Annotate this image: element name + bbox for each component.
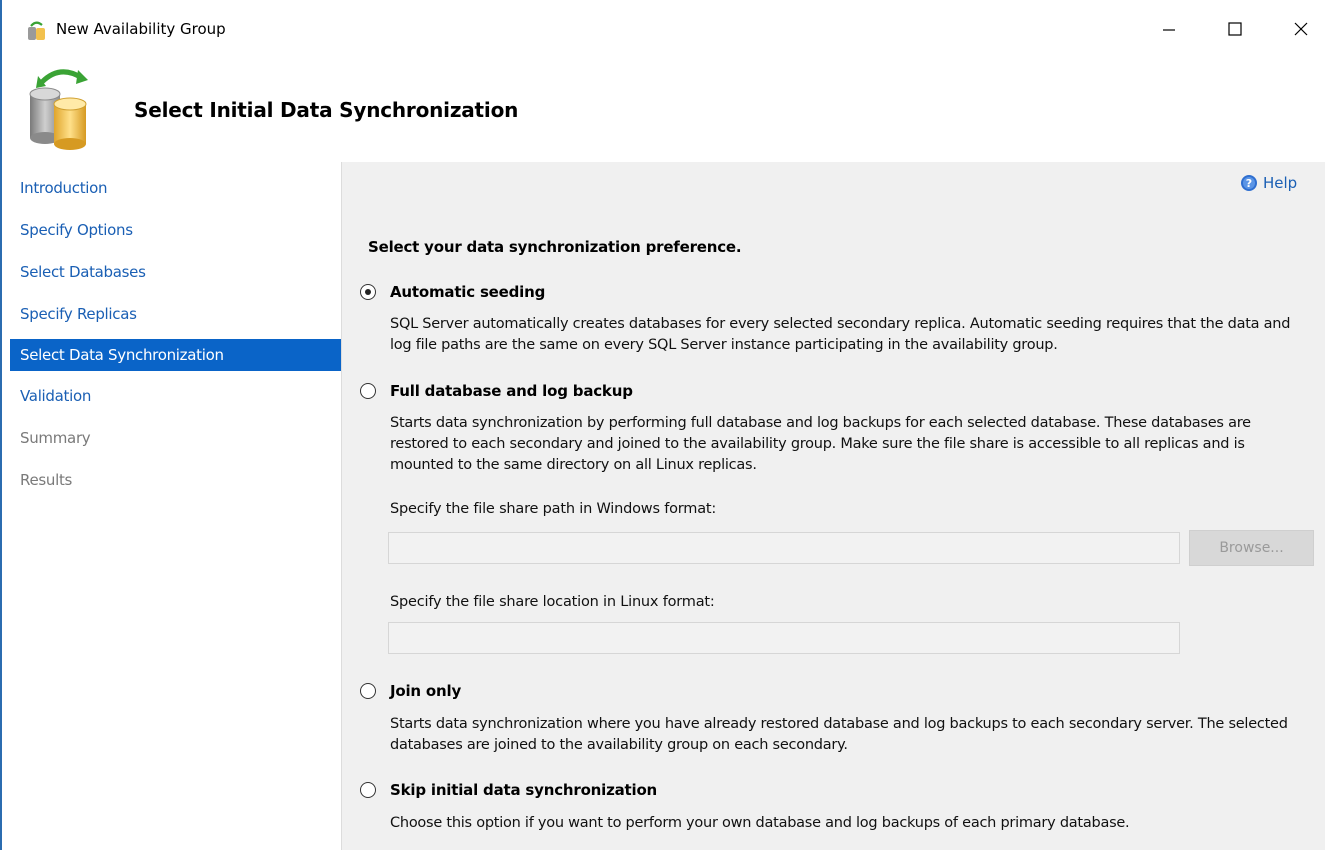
skip-sync-description: Choose this option if you want to perfor…	[390, 815, 1130, 831]
automatic-seeding-radio[interactable]	[360, 284, 376, 300]
linux-path-label: Specify the file share location in Linux…	[390, 594, 715, 610]
automatic-seeding-option[interactable]: Automatic seeding	[360, 283, 545, 301]
skip-sync-radio[interactable]	[360, 782, 376, 798]
sidebar-item-summary: Summary	[20, 429, 91, 447]
sidebar-item-specify-options[interactable]: Specify Options	[10, 214, 341, 246]
wizard-header: Select Initial Data Synchronization	[2, 60, 1325, 162]
linux-path-input[interactable]	[388, 622, 1180, 654]
close-button[interactable]	[1278, 12, 1324, 46]
database-sync-icon	[26, 64, 98, 152]
maximize-button[interactable]	[1212, 12, 1258, 46]
join-only-description: Starts data synchronization where you ha…	[390, 716, 1288, 753]
page-title: Select Initial Data Synchronization	[134, 98, 519, 122]
help-icon: ?	[1241, 175, 1257, 191]
full-backup-description: Starts data synchronization by performin…	[390, 415, 1251, 473]
window-title: New Availability Group	[56, 20, 226, 38]
app-icon	[26, 20, 48, 42]
title-bar: New Availability Group	[2, 0, 1325, 60]
windows-path-label: Specify the file share path in Windows f…	[390, 501, 717, 517]
sidebar-item-results: Results	[20, 471, 73, 489]
skip-sync-label: Skip initial data synchronization	[390, 781, 658, 799]
sidebar-item-validation[interactable]: Validation	[10, 380, 341, 412]
help-link[interactable]: ? Help	[1240, 174, 1297, 192]
skip-sync-option[interactable]: Skip initial data synchronization	[360, 781, 657, 799]
minimize-button[interactable]	[1146, 12, 1192, 46]
maximize-icon	[1228, 22, 1242, 36]
full-backup-label: Full database and log backup	[390, 382, 633, 400]
sidebar-item-select-databases[interactable]: Select Databases	[10, 256, 341, 288]
full-backup-option[interactable]: Full database and log backup	[360, 382, 633, 400]
minimize-icon	[1163, 29, 1175, 31]
full-backup-radio[interactable]	[360, 383, 376, 399]
sidebar-item-select-data-synchronization[interactable]: Select Data Synchronization	[10, 339, 341, 371]
join-only-label: Join only	[390, 682, 462, 700]
automatic-seeding-label: Automatic seeding	[390, 283, 546, 301]
sidebar-item-specify-replicas[interactable]: Specify Replicas	[10, 298, 341, 330]
join-only-option[interactable]: Join only	[360, 682, 461, 700]
browse-button[interactable]: Browse...	[1189, 530, 1314, 566]
wizard-window: New Availability Group Select Initial Da…	[0, 0, 1325, 850]
svg-text:?: ?	[1246, 177, 1252, 190]
sidebar-item-introduction[interactable]: Introduction	[10, 172, 341, 204]
sync-preference-prompt: Select your data synchronization prefere…	[368, 238, 742, 256]
help-label: Help	[1263, 174, 1298, 192]
automatic-seeding-description: SQL Server automatically creates databas…	[390, 316, 1291, 353]
join-only-radio[interactable]	[360, 683, 376, 699]
windows-path-input[interactable]	[388, 532, 1180, 564]
wizard-content: ? Help Select your data synchronization …	[342, 162, 1325, 850]
wizard-sidebar: Introduction Specify Options Select Data…	[2, 162, 342, 850]
close-icon	[1294, 22, 1308, 36]
